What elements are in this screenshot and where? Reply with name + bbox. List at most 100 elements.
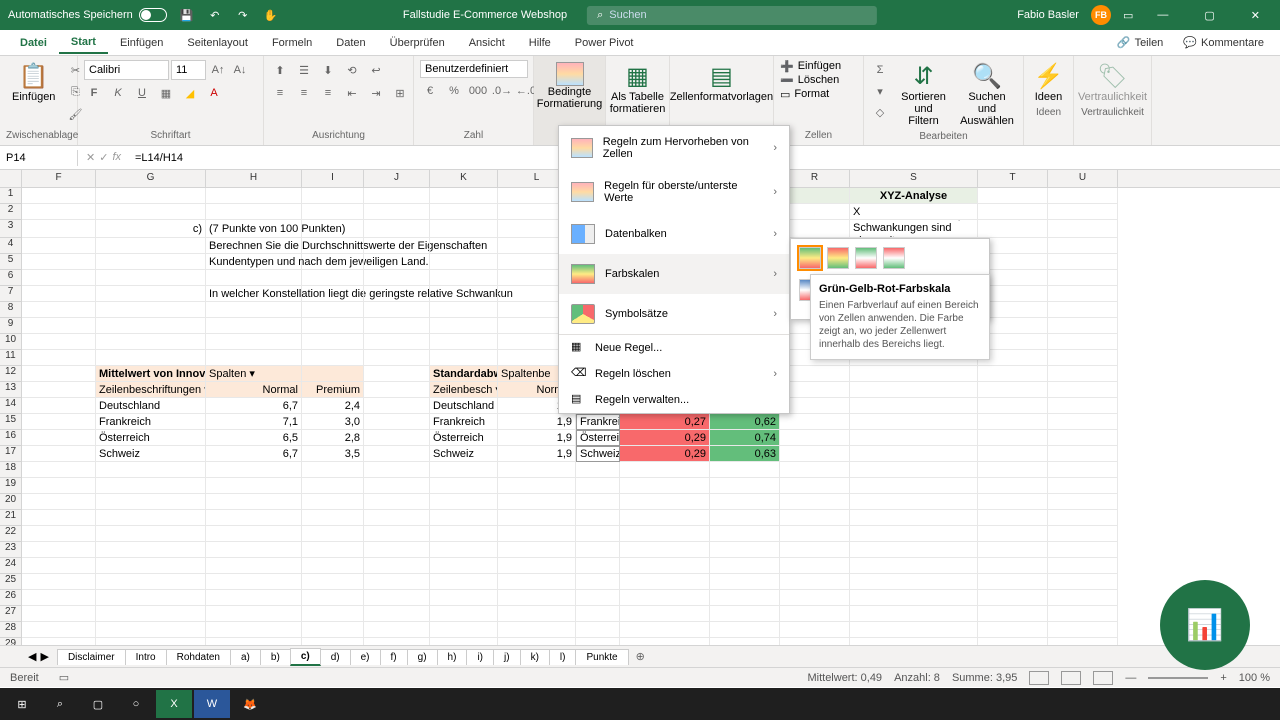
cells-delete-button[interactable]: ➖Löschen: [780, 74, 839, 87]
cell[interactable]: [850, 446, 978, 462]
cell[interactable]: [978, 510, 1048, 526]
font-size-combo[interactable]: [171, 60, 206, 80]
cell[interactable]: [850, 574, 978, 590]
col-header[interactable]: H: [206, 170, 302, 187]
cell[interactable]: [850, 414, 978, 430]
cell[interactable]: [22, 188, 96, 204]
cell[interactable]: Österreich: [576, 430, 620, 446]
cell[interactable]: X: [850, 204, 978, 220]
cell[interactable]: [498, 638, 576, 645]
cell[interactable]: c): [96, 220, 206, 238]
cell[interactable]: 0,29: [620, 430, 710, 446]
user-avatar[interactable]: FB: [1091, 5, 1111, 25]
cell[interactable]: [206, 510, 302, 526]
cell[interactable]: [430, 622, 498, 638]
cell[interactable]: [96, 542, 206, 558]
cell[interactable]: [364, 446, 430, 462]
touch-icon[interactable]: ✋: [263, 7, 279, 23]
cell[interactable]: [850, 510, 978, 526]
col-header[interactable]: R: [780, 170, 850, 187]
sheet-tab[interactable]: h): [437, 649, 468, 665]
cell[interactable]: [22, 430, 96, 446]
cell[interactable]: [710, 494, 780, 510]
cell[interactable]: [364, 414, 430, 430]
cell[interactable]: [96, 590, 206, 606]
cell[interactable]: [498, 542, 576, 558]
cell[interactable]: [364, 494, 430, 510]
cell[interactable]: [780, 590, 850, 606]
cell[interactable]: Zeilenbeschriftungen ▾: [96, 382, 206, 398]
cell[interactable]: [978, 398, 1048, 414]
cell[interactable]: [978, 366, 1048, 382]
cell[interactable]: [620, 494, 710, 510]
sheet-tab[interactable]: e): [350, 649, 381, 665]
cell[interactable]: [364, 270, 430, 286]
cell[interactable]: [22, 558, 96, 574]
cell[interactable]: [780, 220, 850, 238]
cell[interactable]: [620, 590, 710, 606]
cell[interactable]: [364, 590, 430, 606]
cell[interactable]: [96, 334, 206, 350]
cell[interactable]: [364, 254, 430, 270]
autosum-icon[interactable]: Σ: [870, 60, 890, 80]
cell[interactable]: [1048, 188, 1118, 204]
cell[interactable]: (7 Punkte von 100 Punkten): [206, 220, 302, 238]
cell[interactable]: [710, 558, 780, 574]
cell[interactable]: 6,7: [206, 446, 302, 462]
cell[interactable]: [850, 590, 978, 606]
macro-record-icon[interactable]: ▭: [59, 671, 69, 684]
cell[interactable]: [1048, 622, 1118, 638]
cf-data-bars[interactable]: Datenbalken›: [559, 214, 789, 254]
sheet-tab[interactable]: f): [380, 649, 408, 665]
cell[interactable]: [978, 542, 1048, 558]
cell[interactable]: [1048, 204, 1118, 220]
cell[interactable]: [430, 510, 498, 526]
sheet-tab[interactable]: j): [493, 649, 521, 665]
cell[interactable]: [302, 254, 364, 270]
cell[interactable]: [1048, 638, 1118, 645]
cell[interactable]: [1048, 606, 1118, 622]
cell[interactable]: [1048, 254, 1118, 270]
sensitivity-button[interactable]: 🏷Vertraulichkeit: [1080, 60, 1145, 105]
cell[interactable]: [620, 638, 710, 645]
cell[interactable]: [96, 478, 206, 494]
number-format-combo[interactable]: [420, 60, 528, 78]
cell[interactable]: [710, 574, 780, 590]
cell[interactable]: [710, 526, 780, 542]
cf-clear-rules[interactable]: ⌫Regeln löschen›: [559, 361, 789, 387]
cell[interactable]: [498, 494, 576, 510]
cell[interactable]: [206, 462, 302, 478]
row-header[interactable]: 26: [0, 590, 22, 606]
row-header[interactable]: 1: [0, 188, 22, 204]
cell[interactable]: [96, 204, 206, 220]
cell[interactable]: [978, 478, 1048, 494]
cell[interactable]: [96, 318, 206, 334]
cell[interactable]: [96, 254, 206, 270]
cell[interactable]: [302, 270, 364, 286]
undo-icon[interactable]: ↶: [207, 7, 223, 23]
cell[interactable]: [22, 526, 96, 542]
share-button[interactable]: 🔗 Teilen: [1109, 33, 1171, 52]
tab-start[interactable]: Start: [59, 32, 108, 54]
cell[interactable]: [302, 350, 364, 366]
row-header[interactable]: 19: [0, 478, 22, 494]
cell[interactable]: [430, 590, 498, 606]
sort-filter-button[interactable]: ⇵Sortieren und Filtern: [894, 60, 953, 129]
conditional-formatting-button[interactable]: Bedingte Formatierung: [540, 60, 599, 112]
cell[interactable]: [1048, 270, 1118, 286]
name-box[interactable]: P14: [0, 150, 78, 166]
cell[interactable]: [780, 638, 850, 645]
cell[interactable]: [22, 590, 96, 606]
cell[interactable]: [302, 318, 364, 334]
cell[interactable]: [364, 286, 430, 302]
cell[interactable]: [498, 590, 576, 606]
cell[interactable]: [978, 590, 1048, 606]
cell[interactable]: 3,0: [302, 414, 364, 430]
cell[interactable]: [710, 638, 780, 645]
cell[interactable]: 0,63: [710, 446, 780, 462]
cell[interactable]: [96, 574, 206, 590]
cell[interactable]: [430, 350, 498, 366]
decimal-decrease-icon[interactable]: ←.0: [516, 81, 536, 101]
cell[interactable]: [206, 558, 302, 574]
cell[interactable]: [430, 542, 498, 558]
